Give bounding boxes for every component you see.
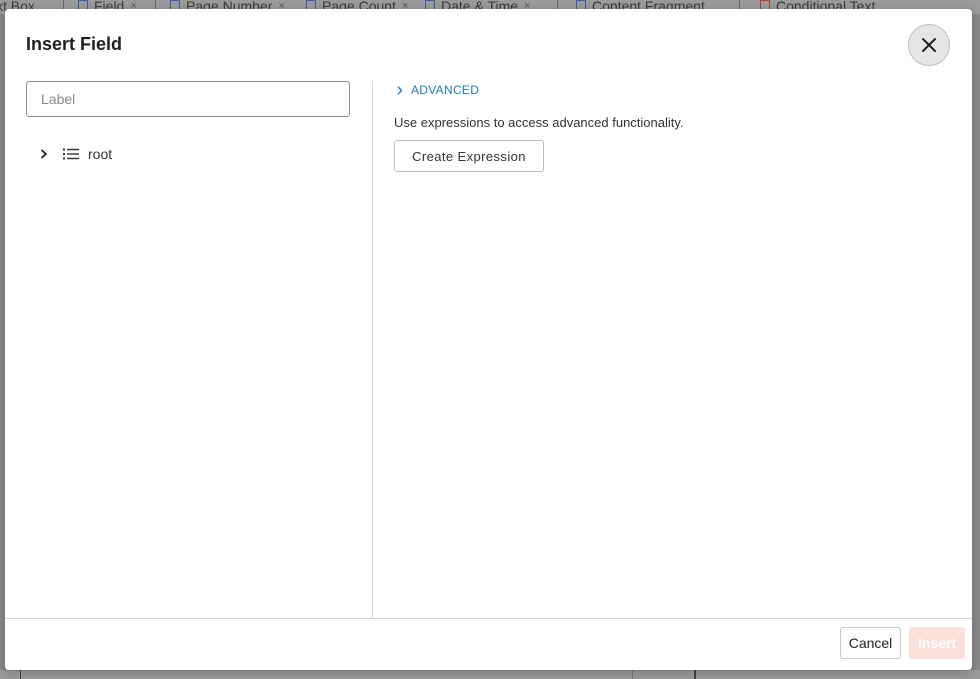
background-canvas-edge bbox=[0, 670, 980, 679]
list-icon bbox=[63, 143, 81, 165]
close-icon bbox=[922, 38, 936, 52]
field-tree-pane: root bbox=[5, 81, 372, 618]
close-button[interactable] bbox=[908, 24, 950, 66]
divider bbox=[694, 670, 696, 679]
create-expression-button[interactable]: Create Expression bbox=[394, 140, 544, 172]
insert-button[interactable]: Insert bbox=[909, 627, 965, 659]
advanced-description: Use expressions to access advanced funct… bbox=[394, 115, 684, 130]
advanced-pane: ADVANCED Use expressions to access advan… bbox=[373, 81, 972, 618]
tree-item-label: root bbox=[88, 146, 113, 162]
divider bbox=[632, 670, 633, 679]
chevron-right-icon[interactable] bbox=[39, 143, 49, 165]
insert-field-dialog: Insert Field ro bbox=[5, 9, 972, 670]
dialog-title: Insert Field bbox=[26, 34, 123, 54]
footer-divider bbox=[5, 618, 972, 619]
chevron-right-icon bbox=[397, 86, 403, 94]
tree-item-root[interactable]: root bbox=[39, 143, 112, 165]
label-search-input[interactable] bbox=[26, 81, 350, 117]
advanced-label: ADVANCED bbox=[411, 83, 480, 97]
divider bbox=[20, 670, 21, 679]
advanced-toggle[interactable]: ADVANCED bbox=[397, 83, 479, 97]
cancel-button[interactable]: Cancel bbox=[840, 627, 901, 659]
